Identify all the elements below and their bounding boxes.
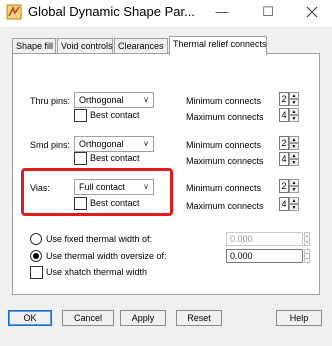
apply-button[interactable]: Apply	[120, 310, 166, 326]
vias-max-spinner[interactable]: ▲ ▼	[289, 197, 299, 211]
spin-up-icon[interactable]: ▲	[289, 92, 299, 99]
spin-up-icon[interactable]: ▲	[289, 197, 299, 204]
chevron-down-icon: ∨	[143, 182, 149, 191]
tab-clearances[interactable]: Clearances	[114, 38, 168, 54]
smd-pins-best-contact-checkbox[interactable]	[74, 152, 87, 165]
chevron-down-icon: ∨	[143, 139, 149, 148]
vias-min-field[interactable]: 2	[279, 179, 289, 193]
spin-down-icon[interactable]: ▼	[289, 204, 299, 211]
vias-label: Vias:	[30, 183, 50, 193]
vias-select[interactable]: Full contact ∨	[74, 179, 154, 195]
spin-down-icon[interactable]: ▼	[289, 115, 299, 122]
help-button[interactable]: Help	[276, 310, 322, 326]
chevron-down-icon: ∨	[143, 95, 149, 104]
xhatch-checkbox[interactable]	[30, 266, 43, 279]
vias-max-label: Maximum connects	[186, 201, 264, 211]
spin-up-icon[interactable]: ▲	[289, 108, 299, 115]
thru-pins-best-contact-label: Best contact	[90, 110, 140, 120]
thru-pins-min-field[interactable]: 2	[279, 92, 289, 106]
cancel-button[interactable]: Cancel	[62, 310, 114, 326]
vias-select-value: Full contact	[79, 182, 126, 192]
tab-shape-fill[interactable]: Shape fill	[12, 38, 56, 54]
vias-max-field[interactable]: 4	[279, 197, 289, 211]
smd-pins-max-spinner[interactable]: ▲ ▼	[289, 152, 299, 166]
oversize-width-radio[interactable]	[30, 250, 42, 262]
thru-pins-select-value: Orthogonal	[79, 95, 124, 105]
smd-pins-max-field[interactable]: 4	[279, 152, 289, 166]
smd-pins-min-field[interactable]: 2	[279, 136, 289, 150]
smd-pins-min-spinner[interactable]: ▲ ▼	[289, 136, 299, 150]
spin-down-icon[interactable]: ▼	[289, 159, 299, 166]
spin-up-icon[interactable]: ▲	[289, 179, 299, 186]
reset-button[interactable]: Reset	[176, 310, 222, 326]
spin-down-icon[interactable]: ▼	[289, 143, 299, 150]
thru-pins-max-spinner[interactable]: ▲ ▼	[289, 108, 299, 122]
vias-min-spinner[interactable]: ▲ ▼	[289, 179, 299, 193]
xhatch-label: Use xhatch thermal width	[46, 267, 148, 277]
oversize-width-input[interactable]: 0.000	[226, 249, 303, 263]
smd-pins-best-contact-label: Best contact	[90, 153, 140, 163]
fixed-width-label: Use fixed thermal width of:	[46, 234, 153, 244]
tab-thermal-relief-connects[interactable]: Thermal relief connects	[169, 36, 267, 55]
vias-min-label: Minimum connects	[186, 183, 262, 193]
close-icon	[306, 6, 318, 18]
thru-pins-max-field[interactable]: 4	[279, 108, 289, 122]
maximize-button[interactable]: ☐	[258, 3, 278, 21]
fixed-width-input[interactable]: 0.000	[226, 232, 303, 246]
smd-pins-select[interactable]: Orthogonal ∨	[74, 136, 154, 152]
spin-up-icon[interactable]: ▲	[289, 136, 299, 143]
spin-down-icon[interactable]: ▼	[289, 99, 299, 106]
fixed-width-scroll: ▴ ▾	[304, 232, 310, 246]
minimize-button[interactable]: —	[212, 3, 232, 21]
thru-pins-select[interactable]: Orthogonal ∨	[74, 92, 154, 108]
thru-pins-min-label: Minimum connects	[186, 96, 262, 106]
app-icon	[6, 4, 22, 20]
vias-best-contact-checkbox[interactable]	[74, 197, 87, 210]
window-title: Global Dynamic Shape Par...	[28, 4, 195, 19]
title-bar: Global Dynamic Shape Par... — ☐	[0, 0, 332, 26]
smd-pins-min-label: Minimum connects	[186, 140, 262, 150]
spin-down-icon[interactable]: ▼	[289, 186, 299, 193]
smd-pins-label: Smd pins:	[30, 140, 71, 150]
thru-pins-max-label: Maximum connects	[186, 112, 264, 122]
thru-pins-label: Thru pins:	[30, 96, 71, 106]
fixed-width-radio[interactable]	[30, 233, 42, 245]
close-button[interactable]	[302, 3, 322, 21]
oversize-width-label: Use thermal width oversize of:	[46, 251, 167, 261]
smd-pins-max-label: Maximum connects	[186, 156, 264, 166]
ok-button[interactable]: OK	[8, 310, 52, 326]
smd-pins-select-value: Orthogonal	[79, 139, 124, 149]
tab-void-controls[interactable]: Void controls	[57, 38, 113, 54]
thru-pins-best-contact-checkbox[interactable]	[74, 109, 87, 122]
vias-best-contact-label: Best contact	[90, 198, 140, 208]
spin-up-icon[interactable]: ▲	[289, 152, 299, 159]
thru-pins-min-spinner[interactable]: ▲ ▼	[289, 92, 299, 106]
oversize-width-scroll: ▴ ▾	[304, 249, 310, 263]
